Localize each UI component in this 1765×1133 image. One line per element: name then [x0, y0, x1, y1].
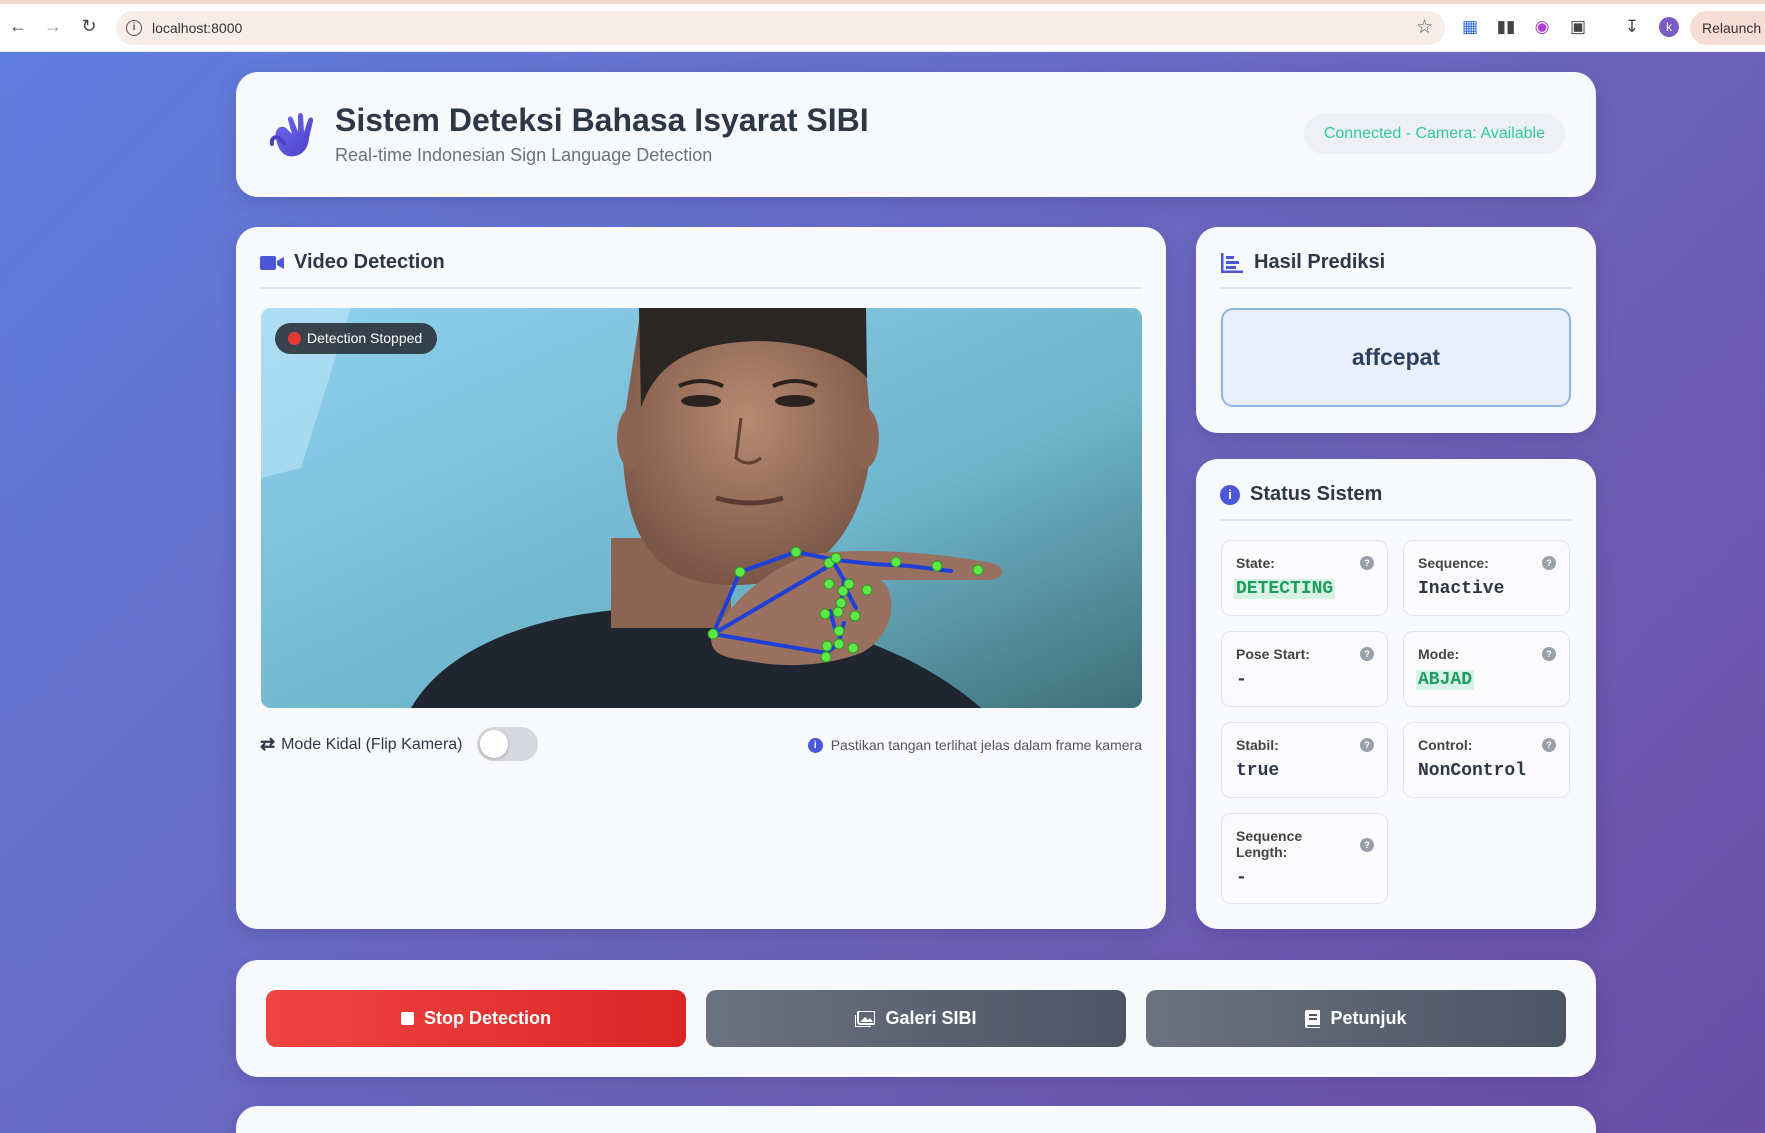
camera-frame-image	[261, 308, 1142, 708]
forward-icon[interactable]: →	[43, 16, 63, 36]
status-item-control: Control: ? NonControl	[1403, 722, 1570, 798]
status-section-header: i Status Sistem	[1220, 483, 1382, 506]
connection-status-badge: Connected - Camera: Available	[1303, 114, 1565, 154]
prediction-card: Hasil Prediksi affcepat	[1196, 227, 1596, 433]
stop-icon	[400, 1012, 414, 1025]
page-subtitle: Real-time Indonesian Sign Language Detec…	[335, 145, 713, 165]
mode-kidal-toggle[interactable]	[477, 727, 538, 761]
video-section-title: Video Detection	[294, 251, 445, 273]
header-card: Sistem Deteksi Bahasa Isyarat SIBI Real-…	[236, 72, 1596, 197]
guide-label: Petunjuk	[1330, 1008, 1407, 1028]
status-value: ABJAD	[1416, 670, 1475, 690]
status-item-sequence: Sequence: ? Inactive	[1403, 540, 1570, 616]
status-value: true	[1236, 761, 1280, 781]
divider	[260, 287, 1142, 289]
status-item-stabil: Stabil: ? true	[1221, 722, 1388, 798]
extension-icon[interactable]: ◉	[1530, 15, 1554, 39]
bar-chart-icon	[1221, 252, 1243, 273]
camera-feed: Detection Stopped	[261, 308, 1142, 708]
status-value: -	[1236, 868, 1247, 888]
info-icon: i	[807, 737, 823, 753]
toggle-knob	[480, 730, 508, 758]
tab-strip-edge	[0, 0, 1765, 4]
help-icon[interactable]: ?	[1360, 647, 1374, 661]
video-section-header: Video Detection	[260, 251, 445, 274]
mode-kidal-label-group: ⇄ Mode Kidal (Flip Kamera)	[260, 734, 463, 755]
sign-language-hands-icon	[269, 113, 314, 157]
images-icon	[855, 1010, 876, 1027]
status-label: Control:	[1418, 737, 1473, 753]
next-section-card	[236, 1106, 1596, 1133]
help-icon[interactable]: ?	[1542, 556, 1556, 570]
status-item-state: State: ? DETECTING	[1221, 540, 1388, 616]
url-text[interactable]: localhost:8000	[152, 20, 242, 36]
prediction-result: affcepat	[1221, 308, 1571, 407]
status-label: Sequence Length:	[1236, 828, 1303, 860]
prediction-section-header: Hasil Prediksi	[1220, 251, 1385, 274]
system-status-card: i Status Sistem State: ? DETECTING Seque…	[1196, 459, 1596, 929]
book-icon	[1305, 1009, 1321, 1028]
gallery-button[interactable]: Galeri SIBI	[706, 990, 1126, 1047]
video-detection-card: Video Detection Detection Stopped ⇄ Mode…	[236, 227, 1166, 929]
download-icon[interactable]: ↧	[1620, 15, 1644, 39]
status-label: State:	[1236, 555, 1275, 571]
help-icon[interactable]: ?	[1360, 838, 1374, 852]
controls-card: Stop Detection Galeri SIBI Petunjuk	[236, 960, 1596, 1077]
status-label: Pose Start:	[1236, 646, 1310, 662]
bookmark-star-icon[interactable]: ☆	[1416, 16, 1433, 39]
video-camera-icon	[260, 255, 284, 270]
flip-arrows-icon: ⇄	[260, 734, 276, 754]
help-icon[interactable]: ?	[1360, 738, 1374, 752]
guide-button[interactable]: Petunjuk	[1146, 990, 1566, 1047]
status-value: DETECTING	[1234, 579, 1336, 599]
divider	[1220, 287, 1572, 289]
help-icon[interactable]: ?	[1360, 556, 1374, 570]
status-value: Inactive	[1418, 579, 1505, 599]
detection-status-text: Detection Stopped	[307, 330, 423, 346]
back-icon[interactable]: ←	[8, 16, 28, 36]
reload-icon[interactable]: ↻	[79, 16, 99, 36]
stop-detection-button[interactable]: Stop Detection	[266, 990, 686, 1047]
status-item-pose-start: Pose Start: ? -	[1221, 631, 1388, 707]
status-value: -	[1236, 670, 1247, 690]
info-circle-icon: i	[1220, 484, 1240, 505]
translate-extension-icon[interactable]: ▦	[1458, 15, 1482, 39]
status-section-title: Status Sistem	[1250, 483, 1383, 505]
mode-kidal-label: Mode Kidal (Flip Kamera)	[281, 735, 463, 753]
recording-dot-icon	[288, 332, 301, 345]
stop-detection-label: Stop Detection	[423, 1008, 551, 1028]
status-item-sequence-length: Sequence Length: ? -	[1221, 813, 1388, 904]
profile-avatar[interactable]: k	[1659, 17, 1679, 37]
status-value: NonControl	[1418, 761, 1527, 781]
camera-hint: i Pastikan tangan terlihat jelas dalam f…	[807, 737, 1142, 753]
divider	[1220, 519, 1572, 521]
relaunch-button[interactable]: Relaunch to update	[1690, 11, 1765, 45]
help-icon[interactable]: ?	[1542, 647, 1556, 661]
audio-extension-icon[interactable]: ▮▮	[1494, 15, 1518, 39]
page-title: Sistem Deteksi Bahasa Isyarat SIBI	[335, 102, 869, 138]
status-label: Stabil:	[1236, 737, 1279, 753]
site-info-icon[interactable]: i	[126, 20, 142, 36]
prediction-section-title: Hasil Prediksi	[1254, 251, 1386, 273]
browser-toolbar: ← → ↻ i localhost:8000 ☆ ▦ ▮▮ ◉ ▣ ↧ k Re…	[0, 0, 1765, 52]
status-item-mode: Mode: ? ABJAD	[1403, 631, 1570, 707]
help-icon[interactable]: ?	[1542, 738, 1556, 752]
status-label: Mode:	[1418, 646, 1460, 662]
puzzle-extensions-icon[interactable]: ▣	[1566, 15, 1590, 39]
gallery-label: Galeri SIBI	[885, 1008, 977, 1028]
camera-hint-text: Pastikan tangan terlihat jelas dalam fra…	[830, 737, 1142, 753]
address-bar[interactable]: i localhost:8000 ☆	[116, 11, 1445, 45]
status-label: Sequence:	[1418, 555, 1489, 571]
detection-status-badge: Detection Stopped	[275, 323, 438, 354]
